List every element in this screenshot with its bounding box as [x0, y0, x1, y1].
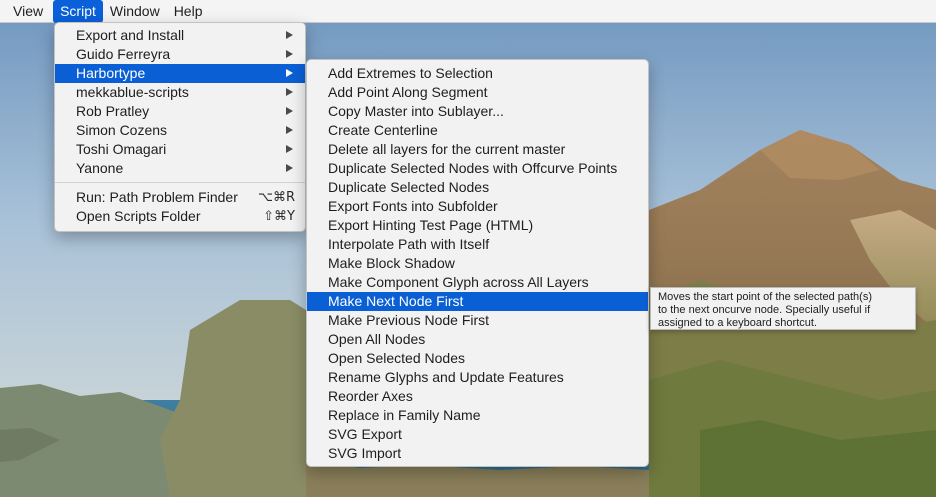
menu-separator	[55, 182, 305, 183]
menu-item-label: Simon Cozens	[76, 122, 168, 138]
keyboard-shortcut: ⌥⌘R	[257, 190, 295, 205]
submenu-item-svg-export[interactable]: SVG Export	[307, 425, 648, 444]
submenu-item-create-centerline[interactable]: Create Centerline	[307, 121, 648, 140]
submenu-item-rename-glyphs[interactable]: Rename Glyphs and Update Features	[307, 368, 648, 387]
menubar-help[interactable]: Help	[167, 0, 210, 23]
menu-bar: View Script Window Help	[0, 0, 936, 23]
submenu-arrow-icon	[286, 88, 293, 96]
menu-item-open-scripts-folder[interactable]: Open Scripts Folder ⇧⌘Y	[55, 207, 305, 226]
menu-item-label: Open Scripts Folder	[76, 208, 201, 224]
submenu-item-copy-master-into-sublayer[interactable]: Copy Master into Sublayer...	[307, 102, 648, 121]
submenu-item-replace-family-name[interactable]: Replace in Family Name	[307, 406, 648, 425]
submenu-item-add-point-along-segment[interactable]: Add Point Along Segment	[307, 83, 648, 102]
tooltip-line: assigned to a keyboard shortcut.	[658, 317, 817, 329]
submenu-item-add-extremes[interactable]: Add Extremes to Selection	[307, 64, 648, 83]
tooltip-line: Moves the start point of the selected pa…	[658, 291, 873, 303]
menu-item-guido-ferreyra[interactable]: Guido Ferreyra	[55, 45, 305, 64]
menu-item-label: mekkablue-scripts	[76, 84, 189, 100]
submenu-arrow-icon	[286, 31, 293, 39]
submenu-item-duplicate-nodes-offcurve[interactable]: Duplicate Selected Nodes with Offcurve P…	[307, 159, 648, 178]
menu-item-harbortype[interactable]: Harbortype	[55, 64, 305, 83]
submenu-item-duplicate-selected-nodes[interactable]: Duplicate Selected Nodes	[307, 178, 648, 197]
submenu-item-reorder-axes[interactable]: Reorder Axes	[307, 387, 648, 406]
menu-item-yanone[interactable]: Yanone	[55, 159, 305, 178]
harbortype-submenu: Add Extremes to Selection Add Point Alon…	[306, 59, 649, 467]
menu-item-label: Guido Ferreyra	[76, 46, 171, 62]
menu-item-mekkablue-scripts[interactable]: mekkablue-scripts	[55, 83, 305, 102]
menu-item-export-and-install[interactable]: Export and Install	[55, 26, 305, 45]
menu-item-label: Harbortype	[76, 65, 146, 81]
menubar-window[interactable]: Window	[103, 0, 167, 23]
menu-item-run-path-problem-finder[interactable]: Run: Path Problem Finder ⌥⌘R	[55, 188, 305, 207]
menu-item-label: Export and Install	[76, 27, 185, 43]
menu-item-label: Toshi Omagari	[76, 141, 167, 157]
submenu-arrow-icon	[286, 69, 293, 77]
menu-item-label: Rob Pratley	[76, 103, 150, 119]
submenu-item-export-hinting-test-page[interactable]: Export Hinting Test Page (HTML)	[307, 216, 648, 235]
submenu-item-export-fonts-subfolder[interactable]: Export Fonts into Subfolder	[307, 197, 648, 216]
tooltip: Moves the start point of the selected pa…	[650, 287, 916, 330]
submenu-item-svg-import[interactable]: SVG Import	[307, 444, 648, 463]
script-menu: Export and Install Guido Ferreyra Harbor…	[54, 22, 306, 232]
submenu-item-open-selected-nodes[interactable]: Open Selected Nodes	[307, 349, 648, 368]
submenu-item-delete-all-layers[interactable]: Delete all layers for the current master	[307, 140, 648, 159]
submenu-arrow-icon	[286, 107, 293, 115]
menubar-view[interactable]: View	[0, 0, 53, 23]
submenu-item-make-previous-node-first[interactable]: Make Previous Node First	[307, 311, 648, 330]
menu-item-rob-pratley[interactable]: Rob Pratley	[55, 102, 305, 121]
submenu-arrow-icon	[286, 126, 293, 134]
menu-item-label: Run: Path Problem Finder	[76, 189, 238, 205]
submenu-arrow-icon	[286, 164, 293, 172]
submenu-item-make-next-node-first[interactable]: Make Next Node First	[307, 292, 648, 311]
menu-item-simon-cozens[interactable]: Simon Cozens	[55, 121, 305, 140]
submenu-item-make-component-glyph[interactable]: Make Component Glyph across All Layers	[307, 273, 648, 292]
tooltip-line: to the next oncurve node. Specially usef…	[658, 304, 871, 316]
submenu-arrow-icon	[286, 145, 293, 153]
submenu-item-open-all-nodes[interactable]: Open All Nodes	[307, 330, 648, 349]
keyboard-shortcut: ⇧⌘Y	[263, 209, 295, 224]
menubar-script[interactable]: Script	[53, 0, 103, 23]
menu-item-label: Yanone	[76, 160, 124, 176]
submenu-arrow-icon	[286, 50, 293, 58]
submenu-item-make-block-shadow[interactable]: Make Block Shadow	[307, 254, 648, 273]
submenu-item-interpolate-path[interactable]: Interpolate Path with Itself	[307, 235, 648, 254]
menu-item-toshi-omagari[interactable]: Toshi Omagari	[55, 140, 305, 159]
